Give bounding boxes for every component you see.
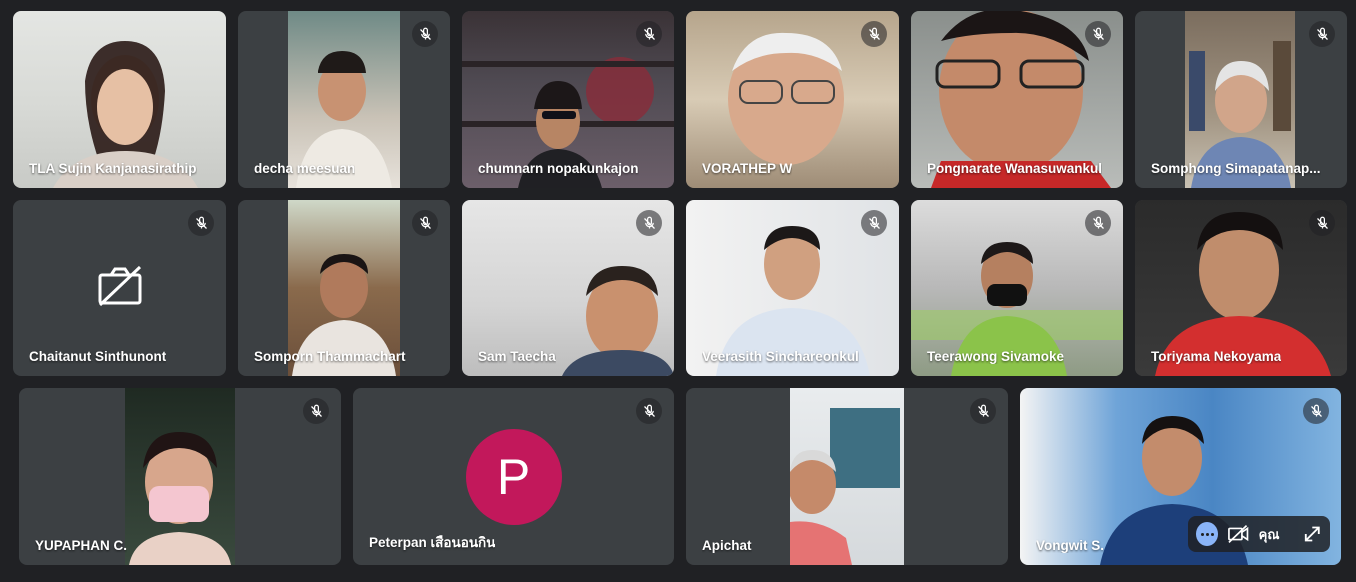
- participant-tile[interactable]: Chaitanut Sinthunont: [13, 200, 226, 376]
- mic-muted-icon: [861, 21, 887, 47]
- mic-muted-icon: [412, 21, 438, 47]
- mic-muted-icon: [1085, 210, 1111, 236]
- participant-name: Veerasith Sinchareonkul: [702, 349, 859, 364]
- participant-tile[interactable]: YUPAPHAN C.: [19, 388, 341, 565]
- participant-name: Pongnarate Wanasuwankul: [927, 161, 1103, 176]
- participant-name: decha meesuan: [254, 161, 356, 176]
- participant-tile[interactable]: Veerasith Sinchareonkul: [686, 200, 899, 376]
- participant-tile[interactable]: P Peterpan เสือนอนกิน: [353, 388, 674, 565]
- participant-name: YUPAPHAN C.: [35, 538, 128, 553]
- participant-name: Chaitanut Sinthunont: [29, 349, 167, 364]
- person-silhouette: [129, 432, 231, 565]
- person-silhouette: [788, 408, 900, 565]
- participant-tile[interactable]: Teerawong Sivamoke: [911, 200, 1123, 376]
- expand-icon[interactable]: [1303, 524, 1322, 544]
- participant-name: Somporn Thammachart: [254, 349, 406, 364]
- participant-tile[interactable]: Pongnarate Wanasuwankul: [911, 11, 1123, 188]
- participant-tile[interactable]: chumnarn nopakunkajon: [462, 11, 674, 188]
- participant-name: chumnarn nopakunkajon: [478, 161, 639, 176]
- participant-name: Apichat: [702, 538, 752, 553]
- mic-muted-icon: [861, 210, 887, 236]
- self-view-controls: คุณ: [1188, 516, 1330, 552]
- mic-muted-icon: [636, 210, 662, 236]
- participant-tile[interactable]: Somporn Thammachart: [238, 200, 450, 376]
- participant-name: Somphong Simapatanap...: [1151, 161, 1321, 176]
- participant-tile[interactable]: TLA Sujin Kanjanasirathip: [13, 11, 226, 188]
- mic-muted-icon: [303, 398, 329, 424]
- mic-muted-icon: [1309, 21, 1335, 47]
- camera-off-icon: [98, 266, 141, 306]
- mic-muted-icon: [1303, 398, 1329, 424]
- mic-muted-icon: [970, 398, 996, 424]
- video-feed: [788, 388, 904, 565]
- participant-name: VORATHEP W: [702, 161, 793, 176]
- participant-name: Vongwit S.: [1036, 538, 1104, 553]
- participant-name: TLA Sujin Kanjanasirathip: [29, 161, 197, 176]
- participant-name: Teerawong Sivamoke: [927, 349, 1065, 364]
- avatar: P: [465, 428, 562, 525]
- self-view-label: คุณ: [1258, 527, 1280, 543]
- camera-off-icon[interactable]: [1228, 524, 1249, 544]
- participant-tile[interactable]: Toriyama Nekoyama: [1135, 200, 1347, 376]
- video-feed: [125, 388, 235, 565]
- mic-muted-icon: [636, 21, 662, 47]
- mic-muted-icon: [1309, 210, 1335, 236]
- participant-name: Sam Taecha: [478, 349, 556, 364]
- participant-tile[interactable]: Sam Taecha: [462, 200, 674, 376]
- participant-tile[interactable]: VORATHEP W: [686, 11, 899, 188]
- participant-name: Toriyama Nekoyama: [1151, 349, 1282, 364]
- mic-muted-icon: [636, 398, 662, 424]
- participant-name: Peterpan เสือนอนกิน: [369, 535, 496, 550]
- participant-tile[interactable]: decha meesuan: [238, 11, 450, 188]
- mic-muted-icon: [1085, 21, 1111, 47]
- participant-tile[interactable]: Somphong Simapatanap...: [1135, 11, 1347, 188]
- participant-tile[interactable]: Apichat: [686, 388, 1008, 565]
- mic-muted-icon: [412, 210, 438, 236]
- more-options-button[interactable]: [1196, 522, 1219, 546]
- mic-muted-icon: [188, 210, 214, 236]
